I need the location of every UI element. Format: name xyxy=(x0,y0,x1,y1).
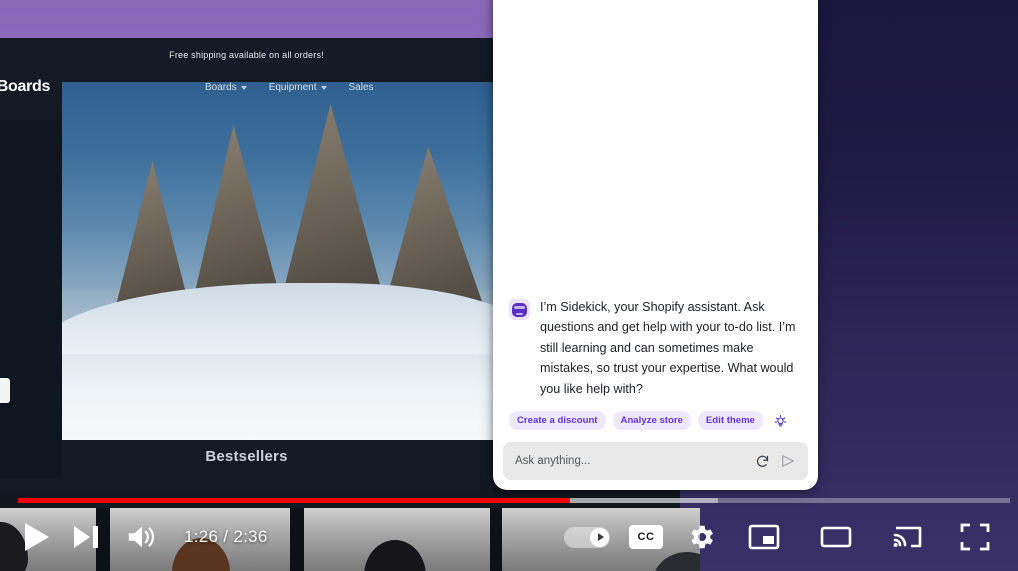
sidekick-avatar-icon xyxy=(509,299,530,321)
suggestion-chip-edit-theme[interactable]: Edit theme xyxy=(697,411,763,430)
fullscreen-button[interactable] xyxy=(944,514,1006,560)
store-nav-item-sales[interactable]: Sales xyxy=(349,82,374,93)
suggestion-chip-create-discount[interactable]: Create a discount xyxy=(509,411,606,430)
send-icon[interactable] xyxy=(780,453,796,469)
time-display: 1:26 / 2:36 xyxy=(184,527,268,546)
storefront-preview: Free shipping available on all orders! e… xyxy=(0,38,493,495)
video-control-bar: 1:26 / 2:36 CC xyxy=(0,503,1018,571)
fullscreen-icon xyxy=(960,523,990,551)
store-nav-label: Equipment xyxy=(268,82,317,93)
sidekick-assistant-message: I’m Sidekick, your Shopify assistant. As… xyxy=(493,297,818,399)
youtube-video-player: Free shipping available on all orders! e… xyxy=(0,0,1018,571)
theater-icon xyxy=(820,526,852,548)
settings-gear-button[interactable] xyxy=(674,514,728,560)
sidekick-ask-input[interactable]: Ask anything... xyxy=(515,455,745,467)
cast-icon xyxy=(893,526,922,548)
chevron-down-icon xyxy=(320,85,327,90)
sidekick-input-bar[interactable]: Ask anything... xyxy=(503,442,808,480)
store-announcement-bar: Free shipping available on all orders! xyxy=(0,38,493,72)
store-nav-links: Boards Equipment Sales xyxy=(205,82,374,93)
store-nav-label: Boards xyxy=(205,82,237,93)
miniplayer-button[interactable] xyxy=(728,514,800,560)
hero-title: Adventure Awaits You xyxy=(0,228,298,349)
hero-cta-button[interactable] xyxy=(0,378,10,403)
play-button[interactable] xyxy=(12,514,58,560)
store-nav-label: Sales xyxy=(348,82,374,93)
hero-subtitle: atched durability with t for your long-h… xyxy=(0,359,298,396)
play-icon xyxy=(25,523,49,551)
cast-button[interactable] xyxy=(872,514,944,560)
theater-mode-button[interactable] xyxy=(800,514,872,560)
store-nav-item-equipment[interactable]: Equipment xyxy=(269,82,327,93)
next-icon xyxy=(74,526,98,548)
store-logo[interactable]: e Boards xyxy=(0,78,50,96)
autoplay-knob xyxy=(590,527,609,547)
sidekick-suggestion-chips: Create a discount Analyze store Edit the… xyxy=(493,399,818,430)
store-hero-text: Adventure Awaits You atched durability w… xyxy=(0,228,298,396)
volume-icon xyxy=(128,526,155,548)
next-video-button[interactable] xyxy=(58,514,114,560)
refresh-icon[interactable] xyxy=(755,454,770,469)
sidekick-avatar-glyph xyxy=(512,302,527,317)
sidekick-panel: I’m Sidekick, your Shopify assistant. As… xyxy=(493,0,818,490)
autoplay-switch[interactable] xyxy=(564,526,610,548)
autoplay-toggle[interactable] xyxy=(556,514,618,560)
sidekick-message-text: I’m Sidekick, your Shopify assistant. As… xyxy=(540,300,796,396)
volume-button[interactable] xyxy=(114,514,170,560)
store-nav-item-boards[interactable]: Boards xyxy=(205,82,247,93)
gear-icon xyxy=(691,525,713,549)
chevron-down-icon xyxy=(240,85,247,90)
lightbulb-icon[interactable] xyxy=(774,414,787,428)
store-section-heading: Bestsellers xyxy=(205,448,288,465)
captions-button[interactable]: CC xyxy=(618,514,674,560)
suggestion-chip-analyze-store[interactable]: Analyze store xyxy=(612,411,691,430)
cc-icon: CC xyxy=(629,525,663,549)
sidekick-conversation-scroll[interactable] xyxy=(493,0,818,297)
miniplayer-icon xyxy=(748,524,780,550)
